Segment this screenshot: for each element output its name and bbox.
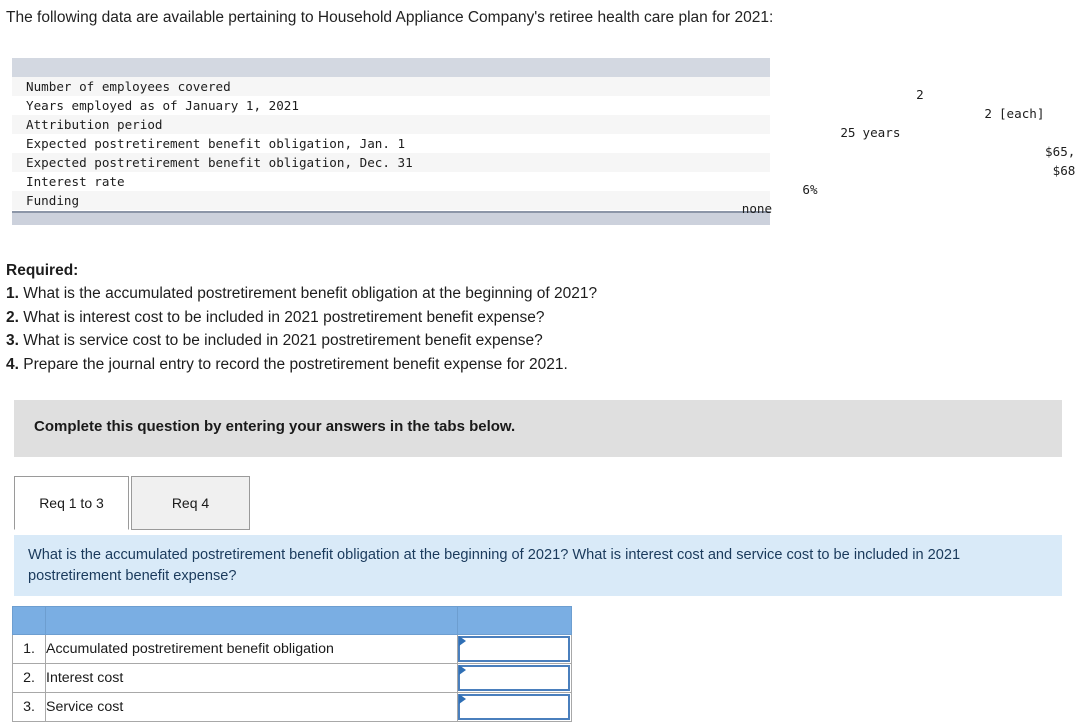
answer-row-number: 3. — [12, 692, 46, 722]
required-item-number: 3. — [6, 332, 19, 350]
table-row: 3. Service cost — [12, 692, 572, 722]
answer-row-label: Service cost — [45, 692, 458, 722]
tab-req-1-to-3[interactable]: Req 1 to 3 — [14, 476, 129, 530]
answer-table-header-value — [457, 606, 572, 635]
answer-table: 1. Accumulated postretirement benefit ob… — [12, 606, 572, 722]
tab-req-1-to-3-label: Req 1 to 3 — [39, 495, 104, 511]
required-item-number: 4. — [6, 355, 19, 373]
answer-input-2[interactable] — [458, 665, 570, 691]
required-item-4: 4. Prepare the journal entry to record t… — [6, 353, 597, 376]
triangle-marker-icon — [459, 665, 466, 675]
answer-input-cell-2[interactable] — [457, 663, 572, 693]
answer-input-cell-1[interactable] — [457, 634, 572, 664]
facts-row-value: $68,900 — [1052, 162, 1076, 178]
tab-req-4[interactable]: Req 4 — [131, 476, 250, 530]
facts-row-label: Interest rate — [26, 174, 125, 189]
facts-table: Number of employees covered 2 Years empl… — [12, 58, 1076, 225]
answer-input-cell-3[interactable] — [457, 692, 572, 722]
facts-row-label: Expected postretirement benefit obligati… — [26, 155, 413, 170]
tab-req-4-label: Req 4 — [171, 495, 210, 511]
required-heading-text: Required: — [6, 262, 79, 279]
answer-row-number: 2. — [12, 663, 46, 693]
table-row: 2. Interest cost — [12, 663, 572, 693]
facts-row-unit: [each] — [998, 105, 1045, 121]
intro-text: The following data are available pertain… — [6, 9, 774, 26]
facts-row-value: none — [741, 200, 773, 216]
required-item-2: 2. What is interest cost to be included … — [6, 306, 597, 329]
facts-row: Number of employees covered 2 — [12, 77, 924, 102]
facts-row-value: 6% — [802, 181, 818, 197]
triangle-marker-icon — [459, 694, 466, 704]
required-section: Required: 1. What is the accumulated pos… — [6, 259, 597, 376]
triangle-marker-icon — [459, 636, 466, 646]
complete-question-banner-text: Complete this question by entering your … — [34, 418, 516, 435]
answer-input-3[interactable] — [458, 694, 570, 720]
answer-input-1[interactable] — [458, 636, 570, 662]
facts-row-value: 2 — [984, 105, 992, 121]
answer-row-number: 1. — [12, 634, 46, 664]
answer-table-header-label — [45, 606, 458, 635]
required-item-3: 3. What is service cost to be included i… — [6, 329, 597, 352]
required-item-1: 1. What is the accumulated postretiremen… — [6, 282, 597, 305]
required-item-text: What is service cost to be included in 2… — [23, 332, 543, 350]
answer-table-header-num — [12, 606, 46, 635]
facts-row-unit: years — [862, 124, 901, 140]
facts-row-value: 25 — [840, 124, 856, 140]
facts-row-label: Attribution period — [26, 117, 163, 132]
required-item-number: 2. — [6, 308, 19, 326]
answer-table-header-row — [12, 606, 572, 635]
question-panel: What is the accumulated postretirement b… — [14, 535, 1062, 596]
required-item-number: 1. — [6, 285, 19, 303]
answer-row-label: Accumulated postretirement benefit oblig… — [45, 634, 458, 664]
facts-table-top-bar — [12, 58, 770, 77]
question-panel-text: What is the accumulated postretirement b… — [28, 547, 961, 584]
required-heading: Required: — [6, 259, 597, 282]
facts-row-value: 2 — [916, 86, 924, 102]
required-item-text: What is the accumulated postretirement b… — [23, 285, 598, 303]
required-item-text: What is interest cost to be included in … — [23, 308, 545, 326]
facts-table-body: Number of employees covered 2 Years empl… — [12, 77, 1076, 216]
answer-row-label: Interest cost — [45, 663, 458, 693]
table-row: 1. Accumulated postretirement benefit ob… — [12, 634, 572, 664]
required-item-text: Prepare the journal entry to record the … — [23, 355, 568, 373]
facts-row-label: Funding — [26, 193, 80, 208]
facts-row-value: $65,000 — [1045, 143, 1076, 159]
facts-row-label: Number of employees covered — [26, 79, 231, 94]
complete-question-banner: Complete this question by entering your … — [14, 400, 1062, 457]
